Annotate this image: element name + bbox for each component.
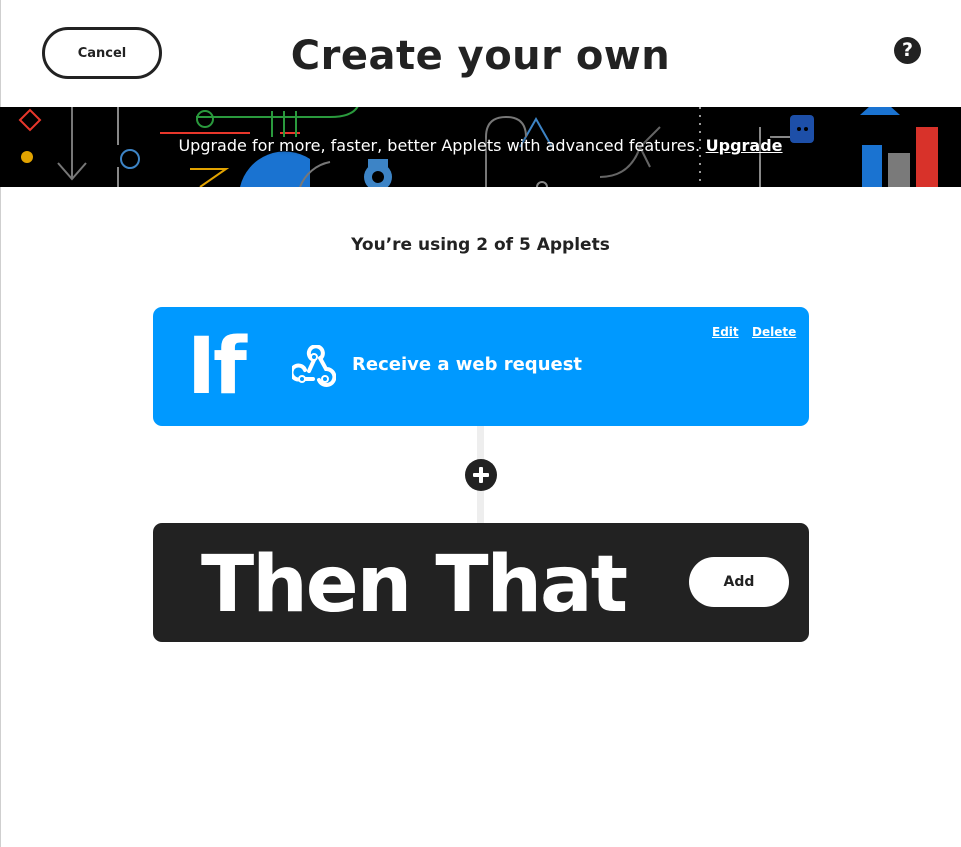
applet-usage-text: You’re using 2 of 5 Applets (351, 235, 610, 255)
then-action-card[interactable]: Then That Add (153, 523, 809, 642)
add-action-button[interactable]: Add (689, 557, 789, 607)
question-circle-icon[interactable]: ? (894, 37, 921, 64)
upgrade-link[interactable]: Upgrade (706, 136, 783, 155)
header: Cancel Create your own ? (0, 0, 961, 107)
delete-trigger-link[interactable]: Delete (752, 324, 796, 340)
edit-trigger-link[interactable]: Edit (712, 324, 739, 340)
plus-circle-icon[interactable] (465, 459, 497, 491)
then-that-keyword: Then That (201, 540, 628, 630)
banner-text: Upgrade for more, faster, better Applets… (0, 134, 961, 158)
page-title: Create your own (290, 33, 671, 79)
if-keyword: If (187, 322, 247, 412)
banner-message: Upgrade for more, faster, better Applets… (178, 136, 701, 155)
upgrade-banner: Upgrade for more, faster, better Applets… (0, 107, 961, 187)
trigger-label: Receive a web request (352, 354, 583, 375)
if-trigger-card[interactable]: If Receive a web request Edit Delete (153, 307, 809, 426)
webhooks-icon (292, 345, 336, 387)
plus-vertical-bar (479, 467, 483, 483)
